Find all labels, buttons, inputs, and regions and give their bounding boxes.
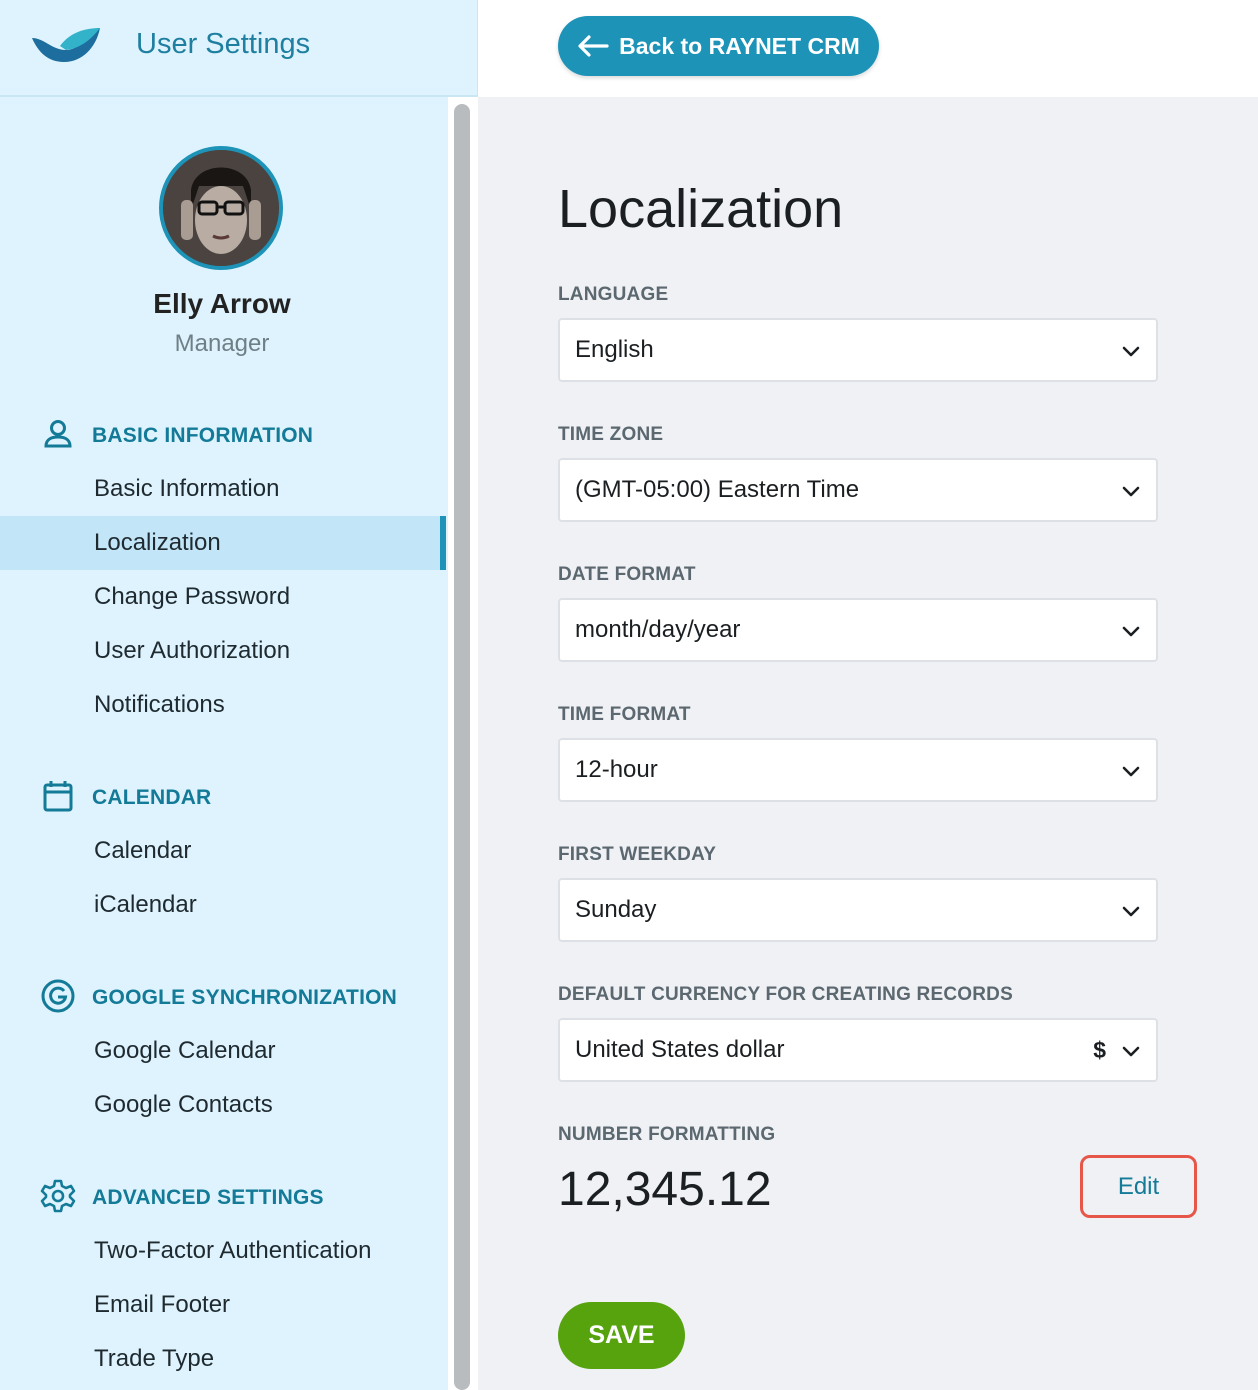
sidebar-scrollbar[interactable] — [454, 104, 470, 1390]
back-to-crm-button[interactable]: Back to RAYNET CRM — [558, 16, 879, 76]
user-icon — [44, 420, 72, 448]
first-weekday-value: Sunday — [575, 896, 657, 923]
section-title-calendar: CALENDAR — [92, 786, 212, 809]
sidebar-item-basic-information[interactable]: Basic Information — [0, 462, 446, 516]
avatar-image — [163, 150, 279, 266]
sidebar-item-calendar[interactable]: Calendar — [0, 824, 446, 878]
calendar-icon — [43, 781, 73, 812]
sidebar-item-change-password[interactable]: Change Password — [0, 570, 446, 624]
currency-value: United States dollar — [575, 1036, 785, 1063]
time-zone-value: (GMT-05:00) Eastern Time — [575, 476, 860, 503]
sidebar-item-google-calendar[interactable]: Google Calendar — [0, 1024, 446, 1078]
language-label: LANGUAGE — [558, 284, 669, 305]
chevron-down-icon — [1122, 626, 1140, 637]
sidebar: User Settings Elly Arrow Manager BASIC I… — [0, 0, 478, 1390]
section-title-basic-information: BASIC INFORMATION — [92, 424, 314, 447]
chevron-down-icon — [1122, 346, 1140, 357]
page-title: Localization — [558, 179, 844, 239]
time-zone-label: TIME ZONE — [558, 424, 664, 445]
time-format-value: 12-hour — [575, 756, 658, 783]
sidebar-item-two-factor-authentication[interactable]: Two-Factor Authentication — [0, 1224, 446, 1278]
section-title-google-synchronization: GOOGLE SYNCHRONIZATION — [92, 986, 398, 1009]
language-value: English — [575, 336, 654, 363]
currency-symbol: $ — [1093, 1037, 1106, 1063]
save-button[interactable]: SAVE — [558, 1302, 685, 1369]
currency-label: DEFAULT CURRENCY FOR CREATING RECORDS — [558, 984, 1013, 1005]
sidebar-item-icalendar[interactable]: iCalendar — [0, 878, 446, 932]
sidebar-header: User Settings — [0, 0, 478, 97]
sidebar-item-localization[interactable]: Localization — [0, 516, 446, 570]
sidebar-item-user-authorization[interactable]: User Authorization — [0, 624, 446, 678]
first-weekday-select[interactable]: Sunday — [558, 878, 1158, 942]
sidebar-item-notifications[interactable]: Notifications — [0, 678, 446, 732]
arrow-left-icon — [578, 35, 609, 57]
chevron-down-icon — [1122, 1046, 1140, 1057]
date-format-value: month/day/year — [575, 616, 741, 643]
sidebar-item-trade-type[interactable]: Trade Type — [0, 1332, 446, 1386]
user-name: Elly Arrow — [153, 288, 291, 319]
time-format-label: TIME FORMAT — [558, 704, 691, 725]
back-button-label: Back to RAYNET CRM — [619, 32, 860, 59]
app-title: User Settings — [136, 28, 311, 60]
language-select[interactable]: English — [558, 318, 1158, 382]
chevron-down-icon — [1122, 906, 1140, 917]
number-formatting-label: NUMBER FORMATTING — [558, 1124, 776, 1145]
gear-icon — [40, 1179, 76, 1213]
number-formatting-value: 12,345.12 — [558, 1163, 772, 1216]
avatar — [159, 146, 283, 270]
user-role: Manager — [174, 330, 270, 357]
raynet-logo-icon — [32, 28, 100, 62]
sidebar-item-google-contacts[interactable]: Google Contacts — [0, 1078, 446, 1132]
sidebar-item-email-footer[interactable]: Email Footer — [0, 1278, 446, 1332]
first-weekday-label: FIRST WEEKDAY — [558, 844, 717, 865]
time-zone-select[interactable]: (GMT-05:00) Eastern Time — [558, 458, 1158, 522]
google-icon — [41, 979, 75, 1013]
section-title-advanced-settings: ADVANCED SETTINGS — [92, 1186, 324, 1209]
date-format-select[interactable]: month/day/year — [558, 598, 1158, 662]
date-format-label: DATE FORMAT — [558, 564, 696, 585]
currency-select[interactable]: United States dollar $ — [558, 1018, 1158, 1082]
time-format-select[interactable]: 12-hour — [558, 738, 1158, 802]
chevron-down-icon — [1122, 766, 1140, 777]
edit-number-formatting-button[interactable]: Edit — [1080, 1155, 1197, 1218]
chevron-down-icon — [1122, 486, 1140, 497]
